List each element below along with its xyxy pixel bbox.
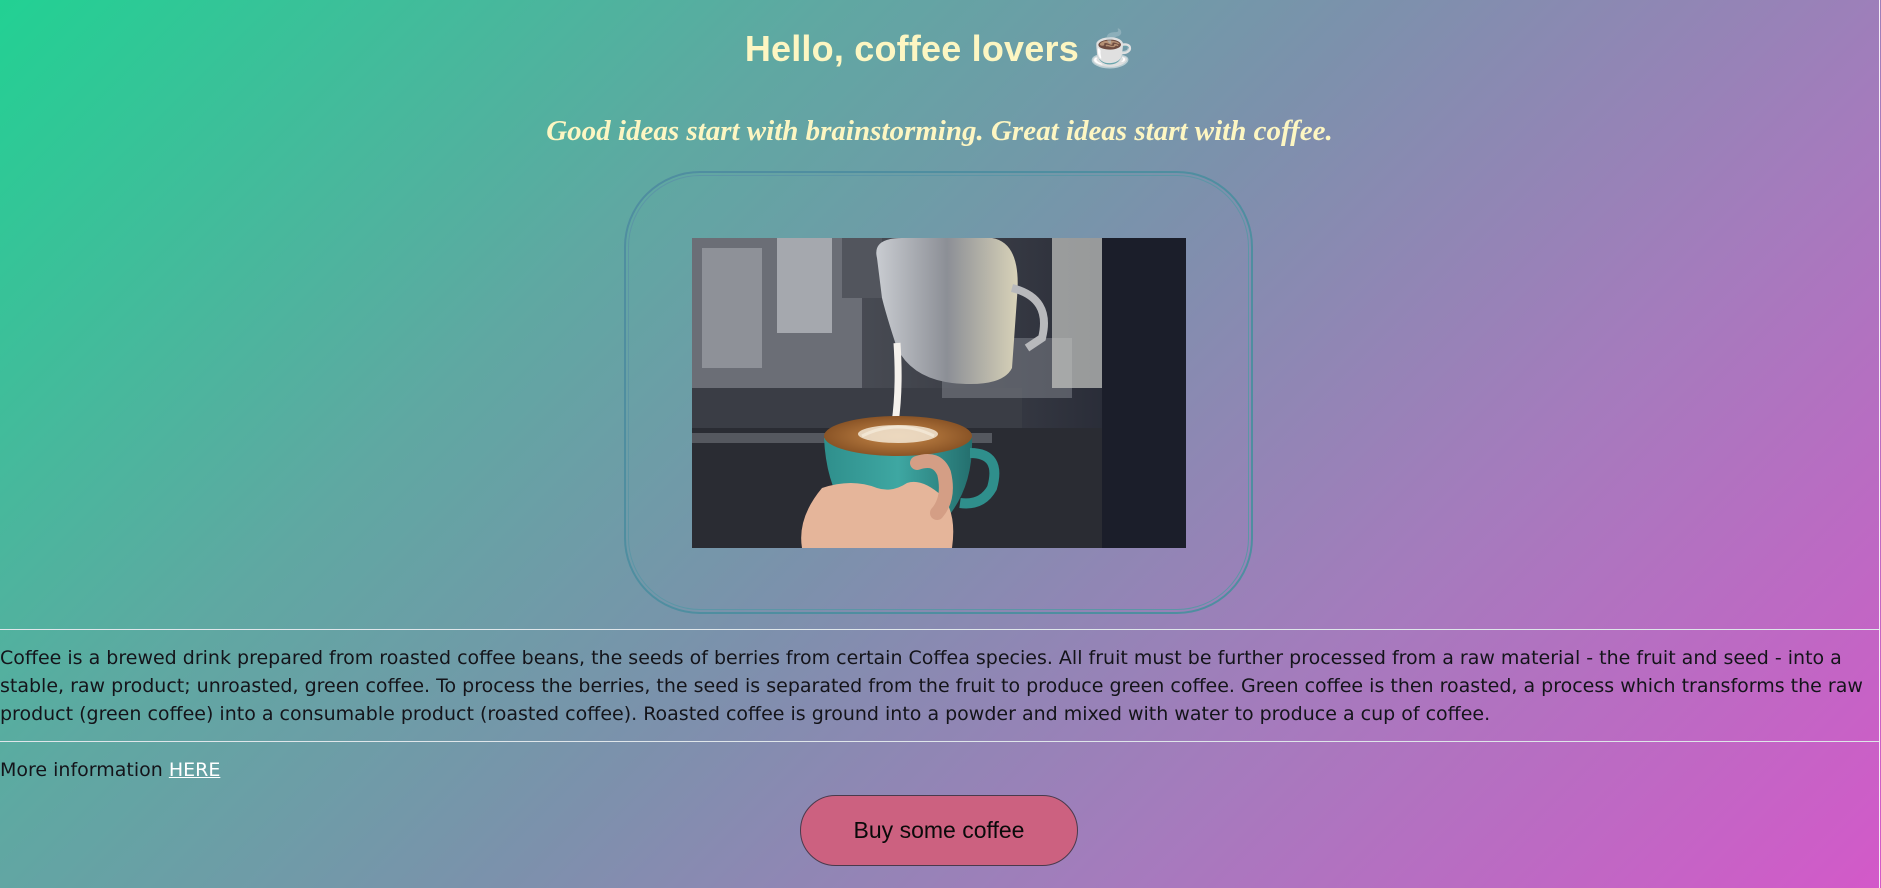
more-information-label: More information (0, 759, 163, 781)
coffee-description: Coffee is a brewed drink prepared from r… (0, 647, 1863, 725)
more-information: More information HERE (0, 756, 220, 784)
page: Hello, coffee lovers ☕ Good ideas start … (0, 0, 1880, 888)
tagline: Good ideas start with brainstorming. Gre… (546, 115, 1333, 147)
divider-top (0, 629, 1879, 630)
latte-art-photo (692, 238, 1186, 548)
coffee-cup-icon: ☕ (1089, 28, 1135, 69)
page-title-text: Hello, coffee lovers (744, 28, 1079, 69)
buy-coffee-button[interactable]: Buy some coffee (800, 795, 1078, 866)
divider-bottom (0, 741, 1879, 742)
page-title: Hello, coffee lovers ☕ (0, 28, 1879, 70)
more-information-link[interactable]: HERE (169, 759, 221, 781)
